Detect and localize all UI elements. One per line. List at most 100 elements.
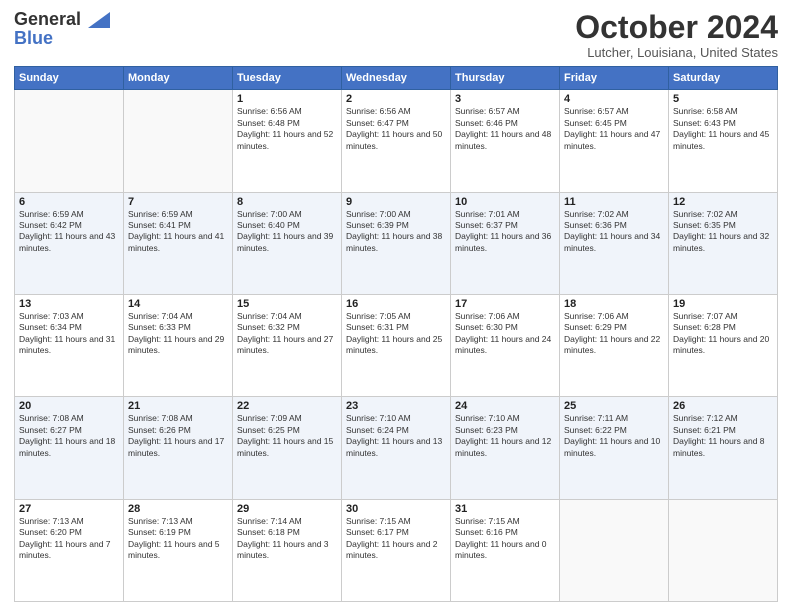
day-info: Sunrise: 7:05 AM Sunset: 6:31 PM Dayligh…	[346, 311, 446, 357]
calendar-header-row: SundayMondayTuesdayWednesdayThursdayFrid…	[15, 67, 778, 90]
day-info: Sunrise: 7:09 AM Sunset: 6:25 PM Dayligh…	[237, 413, 337, 459]
day-info: Sunrise: 7:07 AM Sunset: 6:28 PM Dayligh…	[673, 311, 773, 357]
day-info: Sunrise: 7:04 AM Sunset: 6:33 PM Dayligh…	[128, 311, 228, 357]
calendar-header-wednesday: Wednesday	[342, 67, 451, 90]
calendar-cell: 9Sunrise: 7:00 AM Sunset: 6:39 PM Daylig…	[342, 192, 451, 294]
calendar-header-sunday: Sunday	[15, 67, 124, 90]
calendar-cell: 24Sunrise: 7:10 AM Sunset: 6:23 PM Dayli…	[451, 397, 560, 499]
day-info: Sunrise: 6:57 AM Sunset: 6:46 PM Dayligh…	[455, 106, 555, 152]
day-number: 8	[237, 196, 337, 208]
calendar-week-4: 20Sunrise: 7:08 AM Sunset: 6:27 PM Dayli…	[15, 397, 778, 499]
calendar-cell: 31Sunrise: 7:15 AM Sunset: 6:16 PM Dayli…	[451, 499, 560, 601]
day-number: 26	[673, 400, 773, 412]
day-info: Sunrise: 7:10 AM Sunset: 6:24 PM Dayligh…	[346, 413, 446, 459]
day-number: 18	[564, 298, 664, 310]
day-info: Sunrise: 7:02 AM Sunset: 6:36 PM Dayligh…	[564, 209, 664, 255]
day-number: 15	[237, 298, 337, 310]
day-number: 2	[346, 93, 446, 105]
calendar-cell: 28Sunrise: 7:13 AM Sunset: 6:19 PM Dayli…	[124, 499, 233, 601]
day-info: Sunrise: 7:15 AM Sunset: 6:17 PM Dayligh…	[346, 516, 446, 562]
day-info: Sunrise: 7:11 AM Sunset: 6:22 PM Dayligh…	[564, 413, 664, 459]
calendar-cell	[124, 90, 233, 192]
day-info: Sunrise: 7:04 AM Sunset: 6:32 PM Dayligh…	[237, 311, 337, 357]
calendar-cell: 8Sunrise: 7:00 AM Sunset: 6:40 PM Daylig…	[233, 192, 342, 294]
logo-general: General	[14, 9, 81, 29]
calendar-cell: 20Sunrise: 7:08 AM Sunset: 6:27 PM Dayli…	[15, 397, 124, 499]
calendar-cell: 26Sunrise: 7:12 AM Sunset: 6:21 PM Dayli…	[669, 397, 778, 499]
day-number: 24	[455, 400, 555, 412]
calendar-cell: 5Sunrise: 6:58 AM Sunset: 6:43 PM Daylig…	[669, 90, 778, 192]
calendar-cell: 29Sunrise: 7:14 AM Sunset: 6:18 PM Dayli…	[233, 499, 342, 601]
header: General Blue October 2024 Lutcher, Louis…	[14, 10, 778, 60]
logo: General Blue	[14, 10, 110, 49]
calendar-cell: 19Sunrise: 7:07 AM Sunset: 6:28 PM Dayli…	[669, 294, 778, 396]
calendar-cell: 3Sunrise: 6:57 AM Sunset: 6:46 PM Daylig…	[451, 90, 560, 192]
day-number: 25	[564, 400, 664, 412]
day-number: 13	[19, 298, 119, 310]
day-info: Sunrise: 7:13 AM Sunset: 6:19 PM Dayligh…	[128, 516, 228, 562]
day-number: 21	[128, 400, 228, 412]
day-info: Sunrise: 7:03 AM Sunset: 6:34 PM Dayligh…	[19, 311, 119, 357]
calendar-cell: 2Sunrise: 6:56 AM Sunset: 6:47 PM Daylig…	[342, 90, 451, 192]
day-info: Sunrise: 7:00 AM Sunset: 6:39 PM Dayligh…	[346, 209, 446, 255]
day-info: Sunrise: 6:56 AM Sunset: 6:48 PM Dayligh…	[237, 106, 337, 152]
day-number: 29	[237, 503, 337, 515]
day-info: Sunrise: 6:56 AM Sunset: 6:47 PM Dayligh…	[346, 106, 446, 152]
day-info: Sunrise: 7:10 AM Sunset: 6:23 PM Dayligh…	[455, 413, 555, 459]
day-info: Sunrise: 7:06 AM Sunset: 6:29 PM Dayligh…	[564, 311, 664, 357]
day-number: 17	[455, 298, 555, 310]
calendar-cell: 21Sunrise: 7:08 AM Sunset: 6:26 PM Dayli…	[124, 397, 233, 499]
calendar-week-3: 13Sunrise: 7:03 AM Sunset: 6:34 PM Dayli…	[15, 294, 778, 396]
calendar-header-thursday: Thursday	[451, 67, 560, 90]
calendar-cell: 1Sunrise: 6:56 AM Sunset: 6:48 PM Daylig…	[233, 90, 342, 192]
calendar-cell: 16Sunrise: 7:05 AM Sunset: 6:31 PM Dayli…	[342, 294, 451, 396]
day-number: 30	[346, 503, 446, 515]
day-number: 14	[128, 298, 228, 310]
day-info: Sunrise: 7:14 AM Sunset: 6:18 PM Dayligh…	[237, 516, 337, 562]
calendar-cell: 22Sunrise: 7:09 AM Sunset: 6:25 PM Dayli…	[233, 397, 342, 499]
location: Lutcher, Louisiana, United States	[575, 45, 778, 60]
month-title: October 2024	[575, 10, 778, 45]
calendar-cell: 23Sunrise: 7:10 AM Sunset: 6:24 PM Dayli…	[342, 397, 451, 499]
calendar-week-1: 1Sunrise: 6:56 AM Sunset: 6:48 PM Daylig…	[15, 90, 778, 192]
calendar-cell: 25Sunrise: 7:11 AM Sunset: 6:22 PM Dayli…	[560, 397, 669, 499]
day-info: Sunrise: 6:59 AM Sunset: 6:42 PM Dayligh…	[19, 209, 119, 255]
calendar-cell: 15Sunrise: 7:04 AM Sunset: 6:32 PM Dayli…	[233, 294, 342, 396]
calendar-cell	[669, 499, 778, 601]
calendar-cell: 10Sunrise: 7:01 AM Sunset: 6:37 PM Dayli…	[451, 192, 560, 294]
page: General Blue October 2024 Lutcher, Louis…	[0, 0, 792, 612]
calendar-cell	[560, 499, 669, 601]
day-number: 9	[346, 196, 446, 208]
day-info: Sunrise: 7:13 AM Sunset: 6:20 PM Dayligh…	[19, 516, 119, 562]
logo-blue: Blue	[14, 28, 53, 49]
day-number: 7	[128, 196, 228, 208]
day-number: 27	[19, 503, 119, 515]
day-number: 11	[564, 196, 664, 208]
day-info: Sunrise: 7:08 AM Sunset: 6:26 PM Dayligh…	[128, 413, 228, 459]
calendar-cell: 12Sunrise: 7:02 AM Sunset: 6:35 PM Dayli…	[669, 192, 778, 294]
day-number: 22	[237, 400, 337, 412]
calendar-header-friday: Friday	[560, 67, 669, 90]
day-number: 4	[564, 93, 664, 105]
calendar-cell: 6Sunrise: 6:59 AM Sunset: 6:42 PM Daylig…	[15, 192, 124, 294]
calendar-table: SundayMondayTuesdayWednesdayThursdayFrid…	[14, 66, 778, 602]
day-info: Sunrise: 7:02 AM Sunset: 6:35 PM Dayligh…	[673, 209, 773, 255]
title-block: October 2024 Lutcher, Louisiana, United …	[575, 10, 778, 60]
day-info: Sunrise: 7:01 AM Sunset: 6:37 PM Dayligh…	[455, 209, 555, 255]
day-number: 28	[128, 503, 228, 515]
day-info: Sunrise: 6:57 AM Sunset: 6:45 PM Dayligh…	[564, 106, 664, 152]
day-info: Sunrise: 7:00 AM Sunset: 6:40 PM Dayligh…	[237, 209, 337, 255]
day-number: 1	[237, 93, 337, 105]
calendar-cell: 18Sunrise: 7:06 AM Sunset: 6:29 PM Dayli…	[560, 294, 669, 396]
calendar-cell: 13Sunrise: 7:03 AM Sunset: 6:34 PM Dayli…	[15, 294, 124, 396]
calendar-cell: 30Sunrise: 7:15 AM Sunset: 6:17 PM Dayli…	[342, 499, 451, 601]
day-info: Sunrise: 7:08 AM Sunset: 6:27 PM Dayligh…	[19, 413, 119, 459]
day-info: Sunrise: 7:15 AM Sunset: 6:16 PM Dayligh…	[455, 516, 555, 562]
calendar-cell: 4Sunrise: 6:57 AM Sunset: 6:45 PM Daylig…	[560, 90, 669, 192]
day-number: 5	[673, 93, 773, 105]
day-info: Sunrise: 7:06 AM Sunset: 6:30 PM Dayligh…	[455, 311, 555, 357]
day-number: 16	[346, 298, 446, 310]
day-info: Sunrise: 6:58 AM Sunset: 6:43 PM Dayligh…	[673, 106, 773, 152]
day-number: 23	[346, 400, 446, 412]
calendar-cell: 14Sunrise: 7:04 AM Sunset: 6:33 PM Dayli…	[124, 294, 233, 396]
